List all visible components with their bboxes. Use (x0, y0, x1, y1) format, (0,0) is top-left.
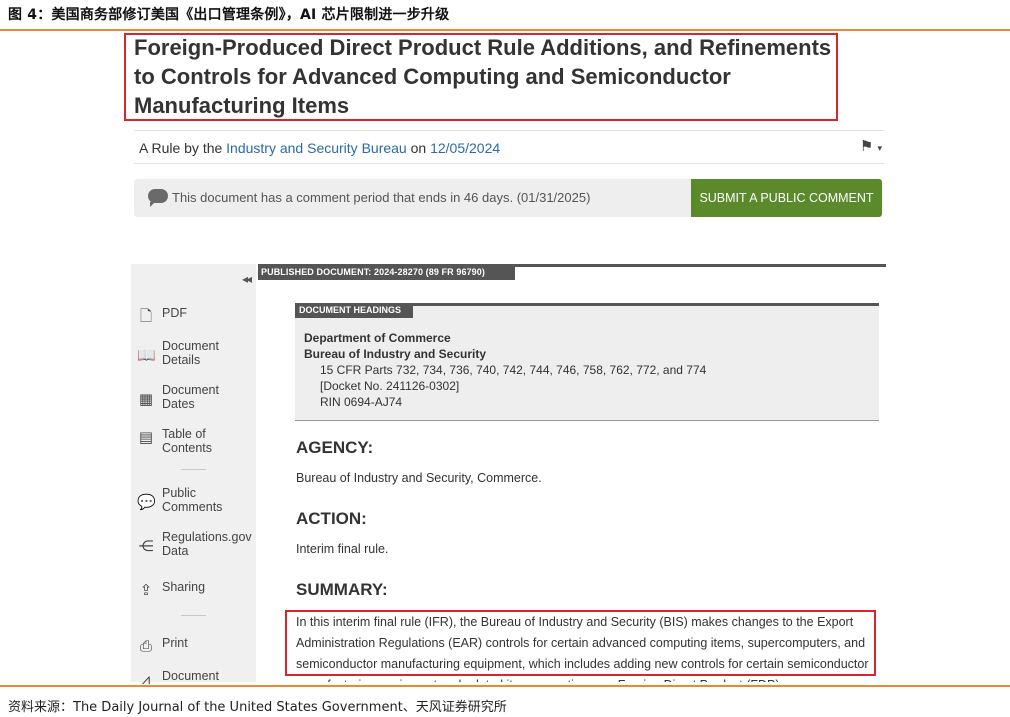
action-heading: ACTION: (296, 509, 367, 528)
sidebar-item-label: Sharing (162, 580, 206, 594)
collapse-sidebar-icon[interactable]: ◂◂ (242, 272, 252, 286)
heading-bureau: Bureau of Industry and Security (304, 347, 487, 361)
document-sidebar: ◂◂ 🗋 PDF 📖 Document Details ▦ Document D… (131, 264, 256, 688)
document-title: Foreign-Produced Direct Product Rule Add… (134, 35, 832, 118)
toc-icon: ▤ (138, 429, 154, 446)
comment-notice-bar: This document has a comment period that … (134, 179, 882, 217)
sidebar-item-label: Regulations.gov Data (162, 530, 252, 558)
sidebar-divider (181, 469, 206, 470)
heading-cfr-parts: 15 CFR Parts 732, 734, 736, 740, 742, 74… (320, 363, 707, 377)
top-divider (0, 29, 1010, 31)
print-icon: ⎙ (139, 638, 152, 655)
bottom-divider (0, 685, 1010, 687)
sidebar-item-label: Print (162, 636, 188, 650)
summary-highlight-box (285, 610, 876, 676)
agency-heading: AGENCY: (296, 438, 374, 457)
byline: A Rule by the Industry and Security Bure… (139, 140, 500, 156)
comment-period-text: This document has a comment period that … (172, 190, 591, 205)
byline-prefix: A Rule by the (139, 140, 223, 156)
sidebar-divider (181, 615, 206, 616)
sidebar-item-label: Document Dates (162, 383, 219, 411)
heading-rin: RIN 0694-AJ74 (320, 395, 403, 409)
book-icon: 📖 (137, 347, 156, 364)
comment-bubble-icon (148, 189, 168, 207)
share-icon: ⇪ (139, 582, 153, 599)
source-note: 资料来源：The Daily Journal of the United Sta… (8, 700, 507, 715)
sidebar-item-label: Table of Contents (162, 427, 213, 455)
figure-caption: 图 4：美国商务部修订美国《出口管理条例》，AI 芯片限制进一步升级 (8, 7, 450, 23)
agency-link[interactable]: Industry and Security Bureau (226, 140, 407, 156)
share-nodes-icon: ⋲ (138, 538, 154, 555)
byline-on: on (410, 140, 427, 156)
sidebar-item-label: Public Comments (162, 486, 223, 514)
submit-public-comment-button[interactable]: SUBMIT A PUBLIC COMMENT (691, 179, 882, 217)
comment-icon: 💬 (137, 494, 156, 511)
heading-docket: [Docket No. 241126-0302] (320, 379, 460, 393)
flag-dropdown-icon[interactable]: ⚑ ▾ (860, 137, 882, 155)
action-text: Interim final rule. (296, 542, 389, 556)
sidebar-item-label: PDF (162, 306, 187, 320)
document-headings-tag: DOCUMENT HEADINGS (295, 303, 414, 318)
byline-bar: A Rule by the Industry and Security Bure… (134, 130, 884, 164)
sidebar-item-label: Document Details (162, 339, 219, 367)
date-link[interactable]: 12/05/2024 (430, 140, 500, 156)
calendar-icon: ▦ (138, 391, 154, 408)
heading-department: Department of Commerce (304, 331, 451, 345)
sidebar-item-label: Document (162, 669, 219, 683)
pdf-icon: 🗋 (139, 308, 153, 325)
summary-heading: SUMMARY: (296, 580, 388, 599)
agency-text: Bureau of Industry and Security, Commerc… (296, 471, 542, 485)
published-document-tag: PUBLISHED DOCUMENT: 2024-28270 (89 FR 96… (258, 264, 515, 280)
